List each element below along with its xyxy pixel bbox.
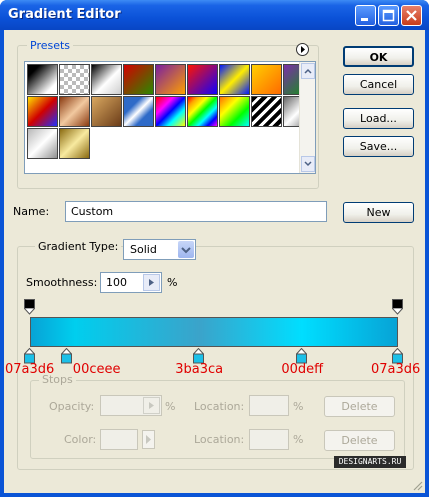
arrow-right-icon <box>149 279 154 286</box>
minimize-icon <box>361 18 368 21</box>
preset-swatch[interactable] <box>59 128 90 159</box>
scroll-up-button[interactable] <box>301 63 315 79</box>
presets-menu-button[interactable] <box>296 43 309 56</box>
preset-swatch[interactable] <box>219 96 250 127</box>
gradient-bar[interactable] <box>30 317 398 347</box>
stops-legend: Stops <box>39 373 76 386</box>
preset-swatch[interactable] <box>187 96 218 127</box>
preset-swatch[interactable] <box>251 64 282 95</box>
gradient-type-select[interactable]: Solid <box>123 239 196 260</box>
preset-swatch[interactable] <box>27 96 58 127</box>
opacity-location-input <box>249 395 289 416</box>
delete-color-stop-button: Delete <box>324 430 395 451</box>
preset-swatch[interactable] <box>59 96 90 127</box>
delete-opacity-stop-button: Delete <box>324 396 395 417</box>
presets-list[interactable] <box>24 61 316 174</box>
color-menu-button <box>142 430 155 449</box>
smoothness-slider-button[interactable] <box>143 274 160 291</box>
arrow-right-icon <box>146 435 151 444</box>
preset-swatch[interactable] <box>155 64 186 95</box>
arrow-right-icon <box>149 402 154 409</box>
opacity-input <box>100 395 162 416</box>
gradient-type-value: Solid <box>130 243 157 256</box>
resize-grip-icon[interactable] <box>411 479 423 491</box>
preset-swatch[interactable] <box>155 96 186 127</box>
preset-swatch[interactable] <box>187 64 218 95</box>
presets-legend: Presets <box>27 39 74 52</box>
preset-swatch[interactable] <box>59 64 90 95</box>
play-right-icon <box>301 46 305 53</box>
preset-swatch[interactable] <box>251 96 282 127</box>
preset-swatch[interactable] <box>123 64 154 95</box>
preset-swatch[interactable] <box>219 64 250 95</box>
maximize-icon <box>382 9 395 22</box>
preset-swatch[interactable] <box>91 96 122 127</box>
dialog-body: Presets OK Cancel Load... Save... Name: … <box>4 30 425 493</box>
save-button[interactable]: Save... <box>343 136 414 157</box>
close-icon <box>406 10 417 21</box>
name-label: Name: <box>13 205 50 218</box>
presets-scrollbar[interactable] <box>299 62 315 173</box>
opacity-stop[interactable] <box>24 299 35 315</box>
chevron-up-icon <box>304 68 312 74</box>
gradient-editor-window: Gradient Editor Presets OK Cancel Load..… <box>0 0 429 497</box>
color-location-unit: % <box>293 433 304 446</box>
color-stop-label: 3ba3ca <box>175 362 224 377</box>
smoothness-unit: % <box>167 276 178 289</box>
watermark: DESIGNARTS.RU <box>334 456 406 468</box>
color-location-input <box>249 429 289 450</box>
smoothness-input[interactable]: 100 <box>100 272 162 293</box>
chevron-down-icon <box>304 161 312 167</box>
chevron-down-icon <box>181 247 191 254</box>
opacity-location-label: Location: <box>194 400 245 413</box>
opacity-label: Opacity: <box>49 400 95 413</box>
color-stop[interactable] <box>60 347 72 364</box>
scroll-down-button[interactable] <box>301 156 315 172</box>
load-button[interactable]: Load... <box>343 108 414 129</box>
opacity-unit: % <box>165 400 176 413</box>
gradient-type-label: Gradient Type: <box>35 240 122 253</box>
minimize-button[interactable] <box>355 5 376 26</box>
close-button[interactable] <box>401 5 422 26</box>
new-button[interactable]: New <box>343 202 414 223</box>
preset-swatch[interactable] <box>123 96 154 127</box>
color-location-label: Location: <box>194 433 245 446</box>
color-stop-label: 00ceee <box>72 362 121 377</box>
ok-button[interactable]: OK <box>343 46 414 67</box>
window-title: Gradient Editor <box>8 7 121 22</box>
opacity-stop[interactable] <box>392 299 403 315</box>
opacity-location-unit: % <box>293 400 304 413</box>
cancel-button[interactable]: Cancel <box>343 74 414 95</box>
smoothness-value: 100 <box>106 276 127 289</box>
name-input[interactable]: Custom <box>65 201 327 222</box>
maximize-button[interactable] <box>378 5 399 26</box>
preset-swatch[interactable] <box>27 128 58 159</box>
color-swatch <box>100 429 138 450</box>
preset-swatch[interactable] <box>27 64 58 95</box>
dropdown-button[interactable] <box>178 241 194 258</box>
preset-swatch[interactable] <box>91 64 122 95</box>
smoothness-label: Smoothness: <box>26 276 98 289</box>
opacity-slider-button <box>143 397 160 414</box>
color-stop-label: 00deff <box>281 362 324 377</box>
color-label: Color: <box>64 433 97 446</box>
title-bar[interactable]: Gradient Editor <box>0 0 429 30</box>
color-stop-label: 07a3d6 <box>371 362 421 377</box>
